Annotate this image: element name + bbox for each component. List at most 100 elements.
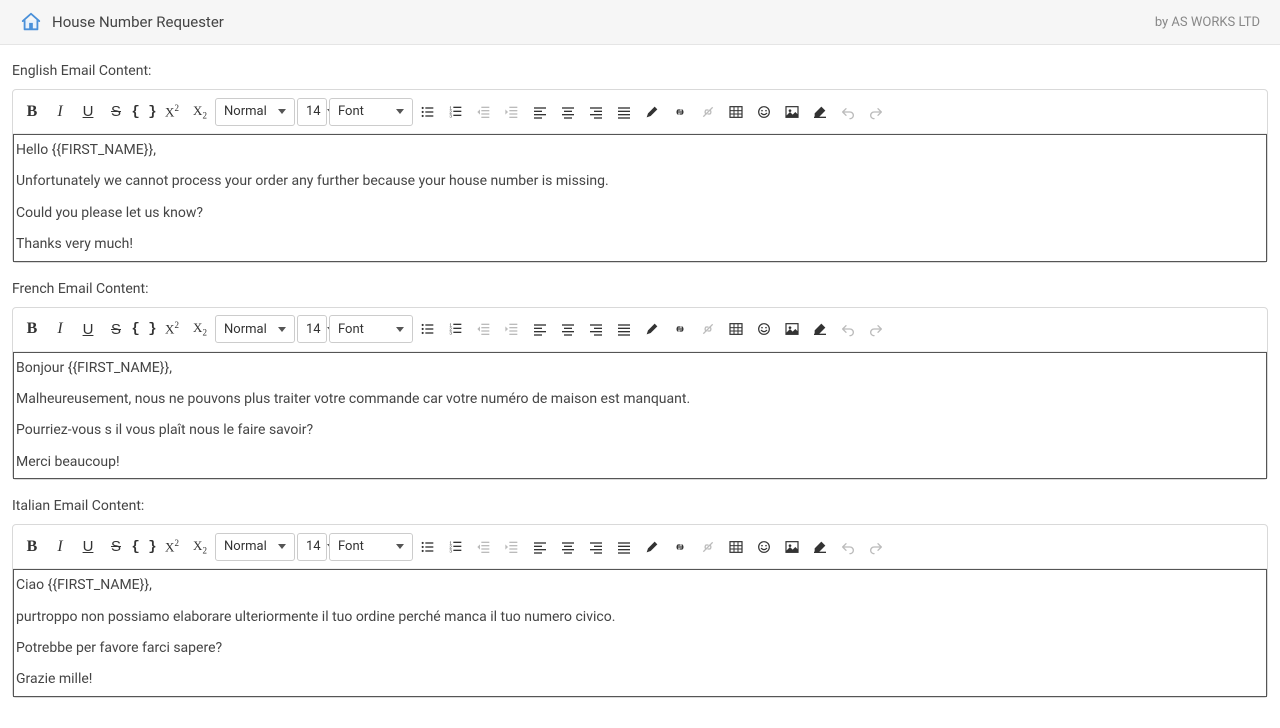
strike-button[interactable]: S — [103, 315, 129, 343]
highlight-button[interactable] — [639, 533, 665, 561]
indent-button — [499, 315, 525, 343]
english-line[interactable]: Unfortunately we cannot process your ord… — [14, 166, 1266, 197]
image-button[interactable] — [779, 98, 805, 126]
unordered-list-button[interactable] — [415, 533, 441, 561]
underline-button[interactable]: U — [75, 533, 101, 561]
emoji-button[interactable] — [751, 98, 777, 126]
table-button[interactable] — [723, 533, 749, 561]
superscript-button[interactable]: X2 — [159, 98, 185, 126]
french-toolbar: BIUS{ }X2X2Normal14Font123 — [13, 308, 1267, 352]
italian-line[interactable]: Grazie mille! — [14, 664, 1266, 695]
align-left-button[interactable] — [527, 533, 553, 561]
paragraph-style-dropdown-value: Normal — [224, 322, 267, 337]
english-line[interactable]: Could you please let us know? — [14, 198, 1266, 229]
font-family-dropdown[interactable]: Font — [329, 533, 413, 561]
english-body[interactable]: Hello {{FIRST_NAME}}, Unfortunately we c… — [13, 134, 1267, 262]
french-editor: BIUS{ }X2X2Normal14Font123 Bonjour {{FIR… — [12, 307, 1268, 481]
emoji-button[interactable] — [751, 533, 777, 561]
english-line[interactable]: Hello {{FIRST_NAME}}, — [14, 135, 1266, 166]
italic-button[interactable]: I — [47, 315, 73, 343]
image-button[interactable] — [779, 315, 805, 343]
link-button[interactable] — [667, 533, 693, 561]
ordered-list-button[interactable]: 123 — [443, 315, 469, 343]
clear-format-button[interactable] — [807, 98, 833, 126]
subscript-button[interactable]: X2 — [187, 315, 213, 343]
unordered-list-button[interactable] — [415, 98, 441, 126]
align-center-button[interactable] — [555, 98, 581, 126]
french-line[interactable]: Pourriez-vous s il vous plaît nous le fa… — [14, 415, 1266, 446]
paragraph-style-dropdown-value: Normal — [224, 104, 267, 119]
paragraph-style-dropdown[interactable]: Normal — [215, 98, 295, 126]
table-button[interactable] — [723, 98, 749, 126]
font-size-dropdown[interactable]: 14 — [297, 533, 327, 561]
font-family-dropdown[interactable]: Font — [329, 98, 413, 126]
superscript-button[interactable]: X2 — [159, 533, 185, 561]
underline-button[interactable]: U — [75, 315, 101, 343]
redo-button — [863, 533, 889, 561]
italian-line[interactable]: Ciao {{FIRST_NAME}}, — [14, 570, 1266, 601]
code-block-button[interactable]: { } — [131, 533, 157, 561]
link-button[interactable] — [667, 315, 693, 343]
underline-button[interactable]: U — [75, 98, 101, 126]
align-left-button[interactable] — [527, 315, 553, 343]
code-block-button[interactable]: { } — [131, 98, 157, 126]
font-size-dropdown-value: 14 — [306, 539, 321, 554]
paragraph-style-dropdown[interactable]: Normal — [215, 533, 295, 561]
english-line[interactable]: Thanks very much! — [14, 229, 1266, 260]
app-title: House Number Requester — [52, 13, 224, 31]
french-line[interactable]: Bonjour {{FIRST_NAME}}, — [14, 353, 1266, 384]
image-button[interactable] — [779, 533, 805, 561]
align-justify-button[interactable] — [611, 533, 637, 561]
clear-format-button[interactable] — [807, 533, 833, 561]
strike-button[interactable]: S — [103, 98, 129, 126]
italian-body[interactable]: Ciao {{FIRST_NAME}}, purtroppo non possi… — [13, 569, 1267, 697]
clear-format-button[interactable] — [807, 315, 833, 343]
french-line[interactable]: Malheureusement, nous ne pouvons plus tr… — [14, 384, 1266, 415]
subscript-button[interactable]: X2 — [187, 98, 213, 126]
align-center-button[interactable] — [555, 533, 581, 561]
ordered-list-button[interactable]: 123 — [443, 533, 469, 561]
italian-toolbar: BIUS{ }X2X2Normal14Font123 — [13, 525, 1267, 569]
align-right-button[interactable] — [583, 98, 609, 126]
unordered-list-button[interactable] — [415, 315, 441, 343]
italic-button[interactable]: I — [47, 533, 73, 561]
italian-line[interactable]: purtroppo non possiamo elaborare ulterio… — [14, 602, 1266, 633]
italian-line[interactable]: Potrebbe per favore farci sapere? — [14, 633, 1266, 664]
chevron-down-icon — [278, 544, 286, 549]
subscript-button[interactable]: X2 — [187, 533, 213, 561]
align-justify-button[interactable] — [611, 98, 637, 126]
ordered-list-button[interactable]: 123 — [443, 98, 469, 126]
bold-button[interactable]: B — [19, 533, 45, 561]
bold-button[interactable]: B — [19, 98, 45, 126]
font-size-dropdown[interactable]: 14 — [297, 98, 327, 126]
svg-text:3: 3 — [449, 330, 452, 335]
font-size-dropdown[interactable]: 14 — [297, 315, 327, 343]
highlight-button[interactable] — [639, 315, 665, 343]
superscript-button[interactable]: X2 — [159, 315, 185, 343]
code-block-button[interactable]: { } — [131, 315, 157, 343]
emoji-button[interactable] — [751, 315, 777, 343]
table-button[interactable] — [723, 315, 749, 343]
french-body[interactable]: Bonjour {{FIRST_NAME}}, Malheureusement,… — [13, 352, 1267, 480]
align-right-button[interactable] — [583, 315, 609, 343]
bold-button[interactable]: B — [19, 315, 45, 343]
unlink-button — [695, 533, 721, 561]
highlight-button[interactable] — [639, 98, 665, 126]
paragraph-style-dropdown[interactable]: Normal — [215, 315, 295, 343]
english-toolbar: BIUS{ }X2X2Normal14Font123 — [13, 90, 1267, 134]
link-button[interactable] — [667, 98, 693, 126]
italic-button[interactable]: I — [47, 98, 73, 126]
strike-button[interactable]: S — [103, 533, 129, 561]
chevron-down-icon — [278, 327, 286, 332]
align-justify-button[interactable] — [611, 315, 637, 343]
font-family-dropdown[interactable]: Font — [329, 315, 413, 343]
chevron-down-icon — [396, 327, 404, 332]
indent-button — [499, 533, 525, 561]
italian-label: Italian Email Content: — [12, 498, 1268, 514]
align-right-button[interactable] — [583, 533, 609, 561]
french-line[interactable]: Merci beaucoup! — [14, 447, 1266, 478]
align-left-button[interactable] — [527, 98, 553, 126]
align-center-button[interactable] — [555, 315, 581, 343]
chevron-down-icon — [396, 544, 404, 549]
outdent-button — [471, 533, 497, 561]
